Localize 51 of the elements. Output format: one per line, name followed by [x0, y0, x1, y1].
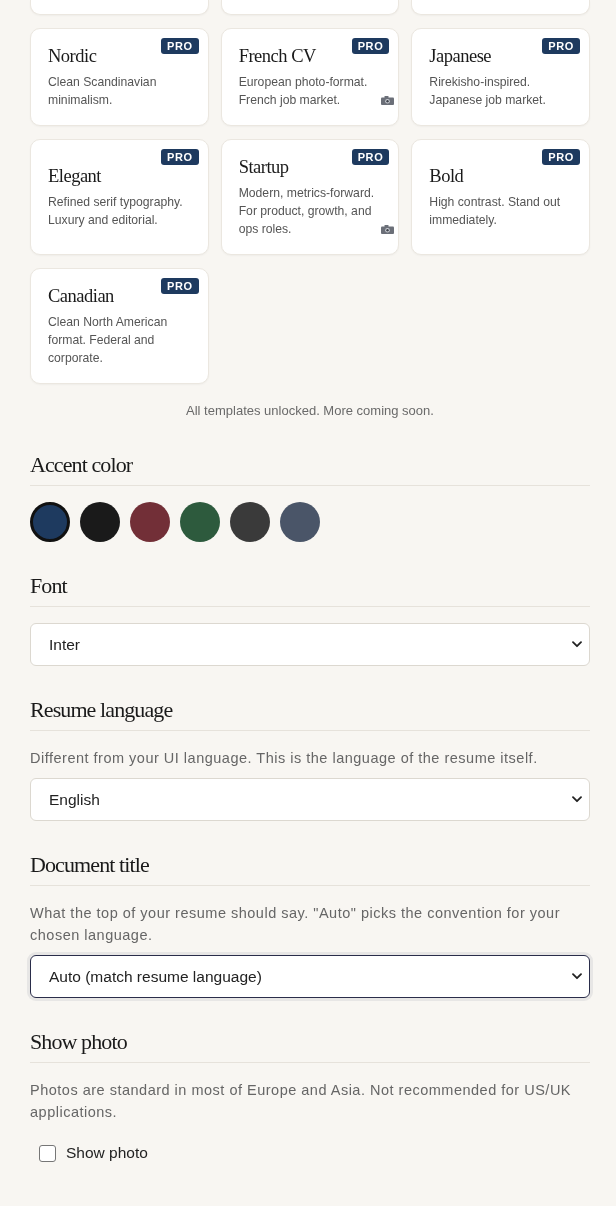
section-heading: Font	[30, 572, 67, 600]
template-card[interactable]: PRO French CV European photo-format. French job market.	[220, 28, 400, 126]
swatch-icon[interactable]	[230, 502, 270, 542]
template-name: French CV	[238, 45, 316, 68]
template-description: High contrast. Stand out immediately.	[429, 194, 562, 229]
template-name: Elegant	[48, 165, 101, 188]
dropdown-select[interactable]: Inter	[30, 623, 590, 666]
hint-text: Different from your UI language. This is the language of the resume itself.	[30, 749, 539, 768]
swatch-icon[interactable]	[80, 502, 120, 542]
hint-text: Photos are standard in most of Europe and Asia. Not recommended for US/UK applications.	[30, 1081, 573, 1122]
hint-text: What the top of your resume should say. "Auto" picks the convention for your chosen language.	[30, 904, 561, 945]
chevron-down-icon	[572, 796, 582, 803]
template-card[interactable]: PRO Canadian Clean North American format. Federal and corporate.	[30, 268, 209, 384]
template-description: Refined serif typography. Luxury and editorial.	[48, 194, 184, 229]
chevron-down-icon	[572, 641, 582, 648]
pro-badge: PRO	[161, 149, 199, 165]
section-heading: Show photo	[30, 1028, 127, 1056]
template-description: Rirekisho-inspired. Japanese job market.	[429, 74, 547, 109]
dropdown-select[interactable]: Auto (match resume language)	[30, 955, 590, 998]
template-card[interactable]: PRO Elegant Refined serif typography. Luxury and editorial.	[30, 139, 209, 255]
checkbox-label[interactable]: Show photo	[66, 1144, 148, 1162]
pro-badge: PRO	[542, 38, 580, 54]
template-card[interactable]: PRO Japanese Rirekisho-inspired. Japanese job market.	[411, 28, 590, 126]
pro-badge: PRO	[351, 149, 390, 165]
template-card[interactable]: PRO Nordic Clean Scandinavian minimalism.	[30, 28, 209, 126]
checkbox[interactable]	[39, 1144, 56, 1162]
section-heading: Accent color	[30, 451, 133, 479]
template-description: Clean North American format. Federal and corporate.	[48, 314, 169, 367]
swatch-icon[interactable]	[130, 502, 170, 542]
section-heading: Document title	[30, 851, 149, 879]
pro-badge: PRO	[351, 38, 390, 54]
template-description: European photo-format. French job market.	[238, 74, 369, 109]
swatch-icon[interactable]	[280, 502, 320, 542]
pro-badge: PRO	[161, 38, 199, 54]
templates-note: All templates unlocked. More coming soon.	[186, 403, 434, 418]
dropdown-select[interactable]: English	[30, 778, 590, 821]
template-card[interactable]: PRO Startup Modern, metrics-forward. For product, growth, and ops roles.	[220, 139, 400, 255]
template-description: Clean Scandinavian minimalism.	[48, 74, 158, 109]
section-heading: Resume language	[30, 696, 173, 724]
chevron-down-icon	[572, 973, 582, 980]
template-name: Nordic	[48, 45, 97, 68]
template-name: Canadian	[48, 285, 114, 308]
template-name: Japanese	[429, 45, 492, 68]
pro-badge: PRO	[161, 278, 199, 294]
template-card[interactable]: PRO Bold High contrast. Stand out immediately.	[411, 139, 590, 255]
template-name: Startup	[238, 156, 289, 179]
template-description: Modern, metrics-forward. For product, growth, and ops roles.	[238, 185, 376, 238]
swatch-icon[interactable]	[180, 502, 220, 542]
swatch-icon[interactable]	[30, 502, 70, 542]
pro-badge: PRO	[542, 149, 580, 165]
template-name: Bold	[429, 165, 464, 188]
